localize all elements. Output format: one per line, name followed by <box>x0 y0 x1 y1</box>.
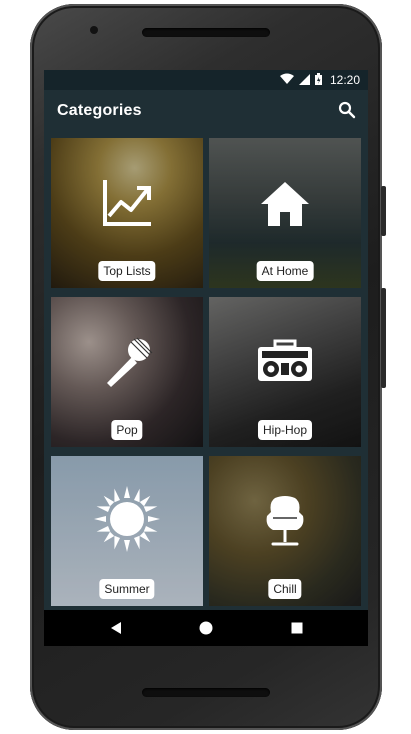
bottom-speaker <box>142 688 270 697</box>
search-icon[interactable] <box>338 101 356 119</box>
screen: 12:20 Categories Top Lists At Home Pop H… <box>44 70 368 646</box>
category-label: Summer <box>99 579 155 599</box>
back-icon[interactable] <box>107 619 125 637</box>
boombox-icon <box>258 339 312 381</box>
category-label: Pop <box>111 420 143 440</box>
category-label: At Home <box>256 261 314 281</box>
category-label: Top Lists <box>98 261 156 281</box>
category-tile-summer[interactable]: Summer <box>51 456 203 606</box>
home-circle-icon[interactable] <box>197 619 215 637</box>
status-time: 12:20 <box>329 73 360 87</box>
category-label: Hip-Hop <box>257 420 313 440</box>
category-label: Chill <box>268 579 302 599</box>
egg-chair-icon <box>266 496 304 546</box>
home-icon <box>261 182 309 226</box>
page-title: Categories <box>57 102 142 119</box>
app-bar: Categories <box>44 90 368 132</box>
front-camera <box>90 26 98 34</box>
category-tile-top-lists[interactable]: Top Lists <box>51 138 203 288</box>
recents-icon[interactable] <box>288 619 306 637</box>
microphone-icon <box>107 337 153 387</box>
navigation-bar <box>44 610 368 646</box>
trending-chart-icon <box>103 180 151 226</box>
category-tile-hip-hop[interactable]: Hip-Hop <box>209 297 361 447</box>
volume-button[interactable] <box>381 288 386 388</box>
wifi-icon <box>280 73 294 84</box>
category-tile-pop[interactable]: Pop <box>51 297 203 447</box>
category-tile-at-home[interactable]: At Home <box>209 138 361 288</box>
battery-icon <box>315 73 322 85</box>
category-tile-chill[interactable]: Chill <box>209 456 361 606</box>
status-bar: 12:20 <box>44 70 368 90</box>
power-button[interactable] <box>381 186 386 236</box>
earpiece-speaker <box>142 28 270 37</box>
sun-icon <box>94 486 160 552</box>
signal-icon <box>299 73 310 85</box>
